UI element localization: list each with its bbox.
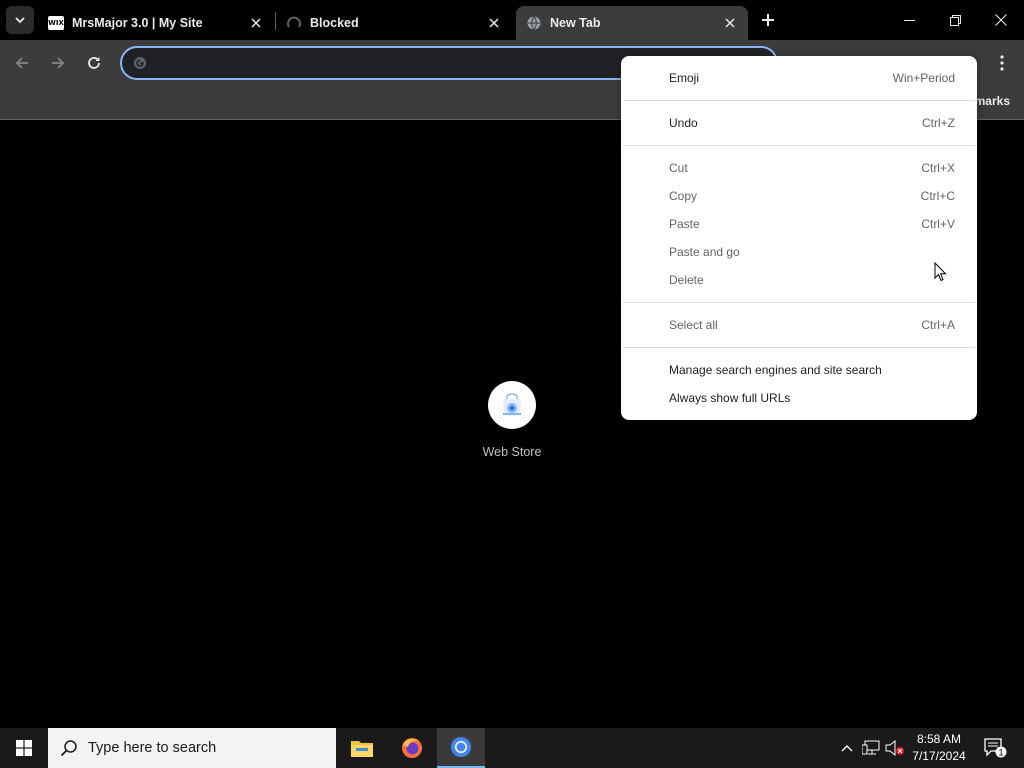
close-tab-button[interactable]: [722, 15, 738, 31]
chrome-icon: [451, 737, 471, 757]
network-icon: [862, 740, 880, 755]
tab-mrsmajor[interactable]: WIX MrsMajor 3.0 | My Site: [38, 6, 274, 40]
tab-blocked[interactable]: Blocked: [276, 6, 512, 40]
firefox-icon: [402, 738, 422, 758]
arrow-left-icon: [15, 57, 28, 69]
restore-icon: [949, 14, 961, 26]
system-clock[interactable]: 8:58 AM 7/17/2024: [906, 731, 972, 765]
menu-item-paste[interactable]: Paste Ctrl+V: [621, 210, 977, 238]
menu-item-always-show-full-urls[interactable]: Always show full URLs: [621, 384, 977, 412]
tab-title: New Tab: [550, 16, 601, 30]
menu-item-cut[interactable]: Cut Ctrl+X: [621, 154, 977, 182]
notification-icon: 1: [984, 738, 1007, 758]
taskbar-file-explorer[interactable]: [338, 728, 386, 768]
google-icon: [132, 55, 148, 71]
file-explorer-icon: [351, 741, 373, 757]
menu-item-manage-search-engines[interactable]: Manage search engines and site search: [621, 356, 977, 384]
tab-new-tab[interactable]: New Tab: [516, 6, 748, 40]
menu-separator: [623, 145, 975, 146]
tab-strip: WIX MrsMajor 3.0 | My Site Blocked New T…: [0, 0, 1024, 40]
plus-icon: [762, 14, 774, 26]
clock-date: 7/17/2024: [912, 749, 966, 763]
kebab-menu-icon: [1000, 55, 1004, 71]
menu-item-copy[interactable]: Copy Ctrl+C: [621, 182, 977, 210]
tab-title: Blocked: [310, 16, 359, 30]
menu-item-paste-and-go[interactable]: Paste and go: [621, 238, 977, 266]
reload-button[interactable]: [80, 49, 108, 77]
clock-time: 8:58 AM: [916, 732, 962, 746]
close-icon: [995, 14, 1007, 26]
svg-text:1: 1: [998, 748, 1003, 758]
minimize-icon: [903, 19, 915, 21]
menu-separator: [623, 347, 975, 348]
close-window-button[interactable]: [978, 0, 1024, 40]
tab-title: MrsMajor 3.0 | My Site: [72, 16, 203, 30]
all-bookmarks-button[interactable]: marks: [975, 94, 1010, 108]
search-placeholder: Type here to search: [88, 740, 217, 756]
shortcut-label: Web Store: [482, 445, 542, 459]
taskbar-firefox[interactable]: [388, 728, 436, 768]
menu-item-select-all[interactable]: Select all Ctrl+A: [621, 311, 977, 339]
close-tab-button[interactable]: [486, 15, 502, 31]
menu-separator: [623, 100, 975, 101]
restore-button[interactable]: [932, 0, 978, 40]
taskbar-search-box[interactable]: Type here to search: [48, 728, 336, 768]
mouse-pointer-icon: [934, 262, 947, 282]
back-button[interactable]: [8, 49, 36, 77]
globe-icon: [526, 15, 542, 31]
context-menu: Emoji Win+Period Undo Ctrl+Z Cut Ctrl+X …: [621, 56, 977, 420]
minimize-button[interactable]: [886, 0, 932, 40]
show-hidden-icons-button[interactable]: [838, 728, 856, 768]
chrome-menu-button[interactable]: [990, 49, 1014, 77]
web-store-icon: [488, 381, 536, 429]
windows-icon: [16, 740, 32, 756]
taskbar: Type here to search 8:58 AM 7/17/2024 1: [0, 728, 1024, 768]
menu-item-delete[interactable]: Delete: [621, 266, 977, 294]
search-icon: [60, 740, 77, 757]
new-tab-button[interactable]: [756, 8, 780, 32]
chevron-up-icon: [841, 745, 853, 752]
menu-item-emoji[interactable]: Emoji Win+Period: [621, 64, 977, 92]
close-tab-button[interactable]: [248, 15, 264, 31]
tab-search-button[interactable]: [6, 6, 34, 34]
volume-muted[interactable]: [884, 728, 906, 768]
blocked-icon: [286, 15, 302, 31]
close-icon: [251, 18, 261, 28]
speaker-muted-icon: [885, 740, 904, 756]
forward-button[interactable]: [44, 49, 72, 77]
arrow-right-icon: [52, 57, 65, 69]
action-center-button[interactable]: 1: [978, 728, 1012, 768]
network-status[interactable]: [860, 728, 882, 768]
start-button[interactable]: [0, 728, 48, 768]
close-icon: [489, 18, 499, 28]
close-icon: [725, 18, 735, 28]
taskbar-chrome[interactable]: [437, 728, 485, 768]
menu-item-undo[interactable]: Undo Ctrl+Z: [621, 109, 977, 137]
wix-icon: WIX: [48, 15, 64, 31]
reload-icon: [88, 57, 100, 69]
shortcut-web-store[interactable]: Web Store: [472, 381, 552, 459]
menu-separator: [623, 302, 975, 303]
chevron-down-icon: [15, 17, 25, 24]
